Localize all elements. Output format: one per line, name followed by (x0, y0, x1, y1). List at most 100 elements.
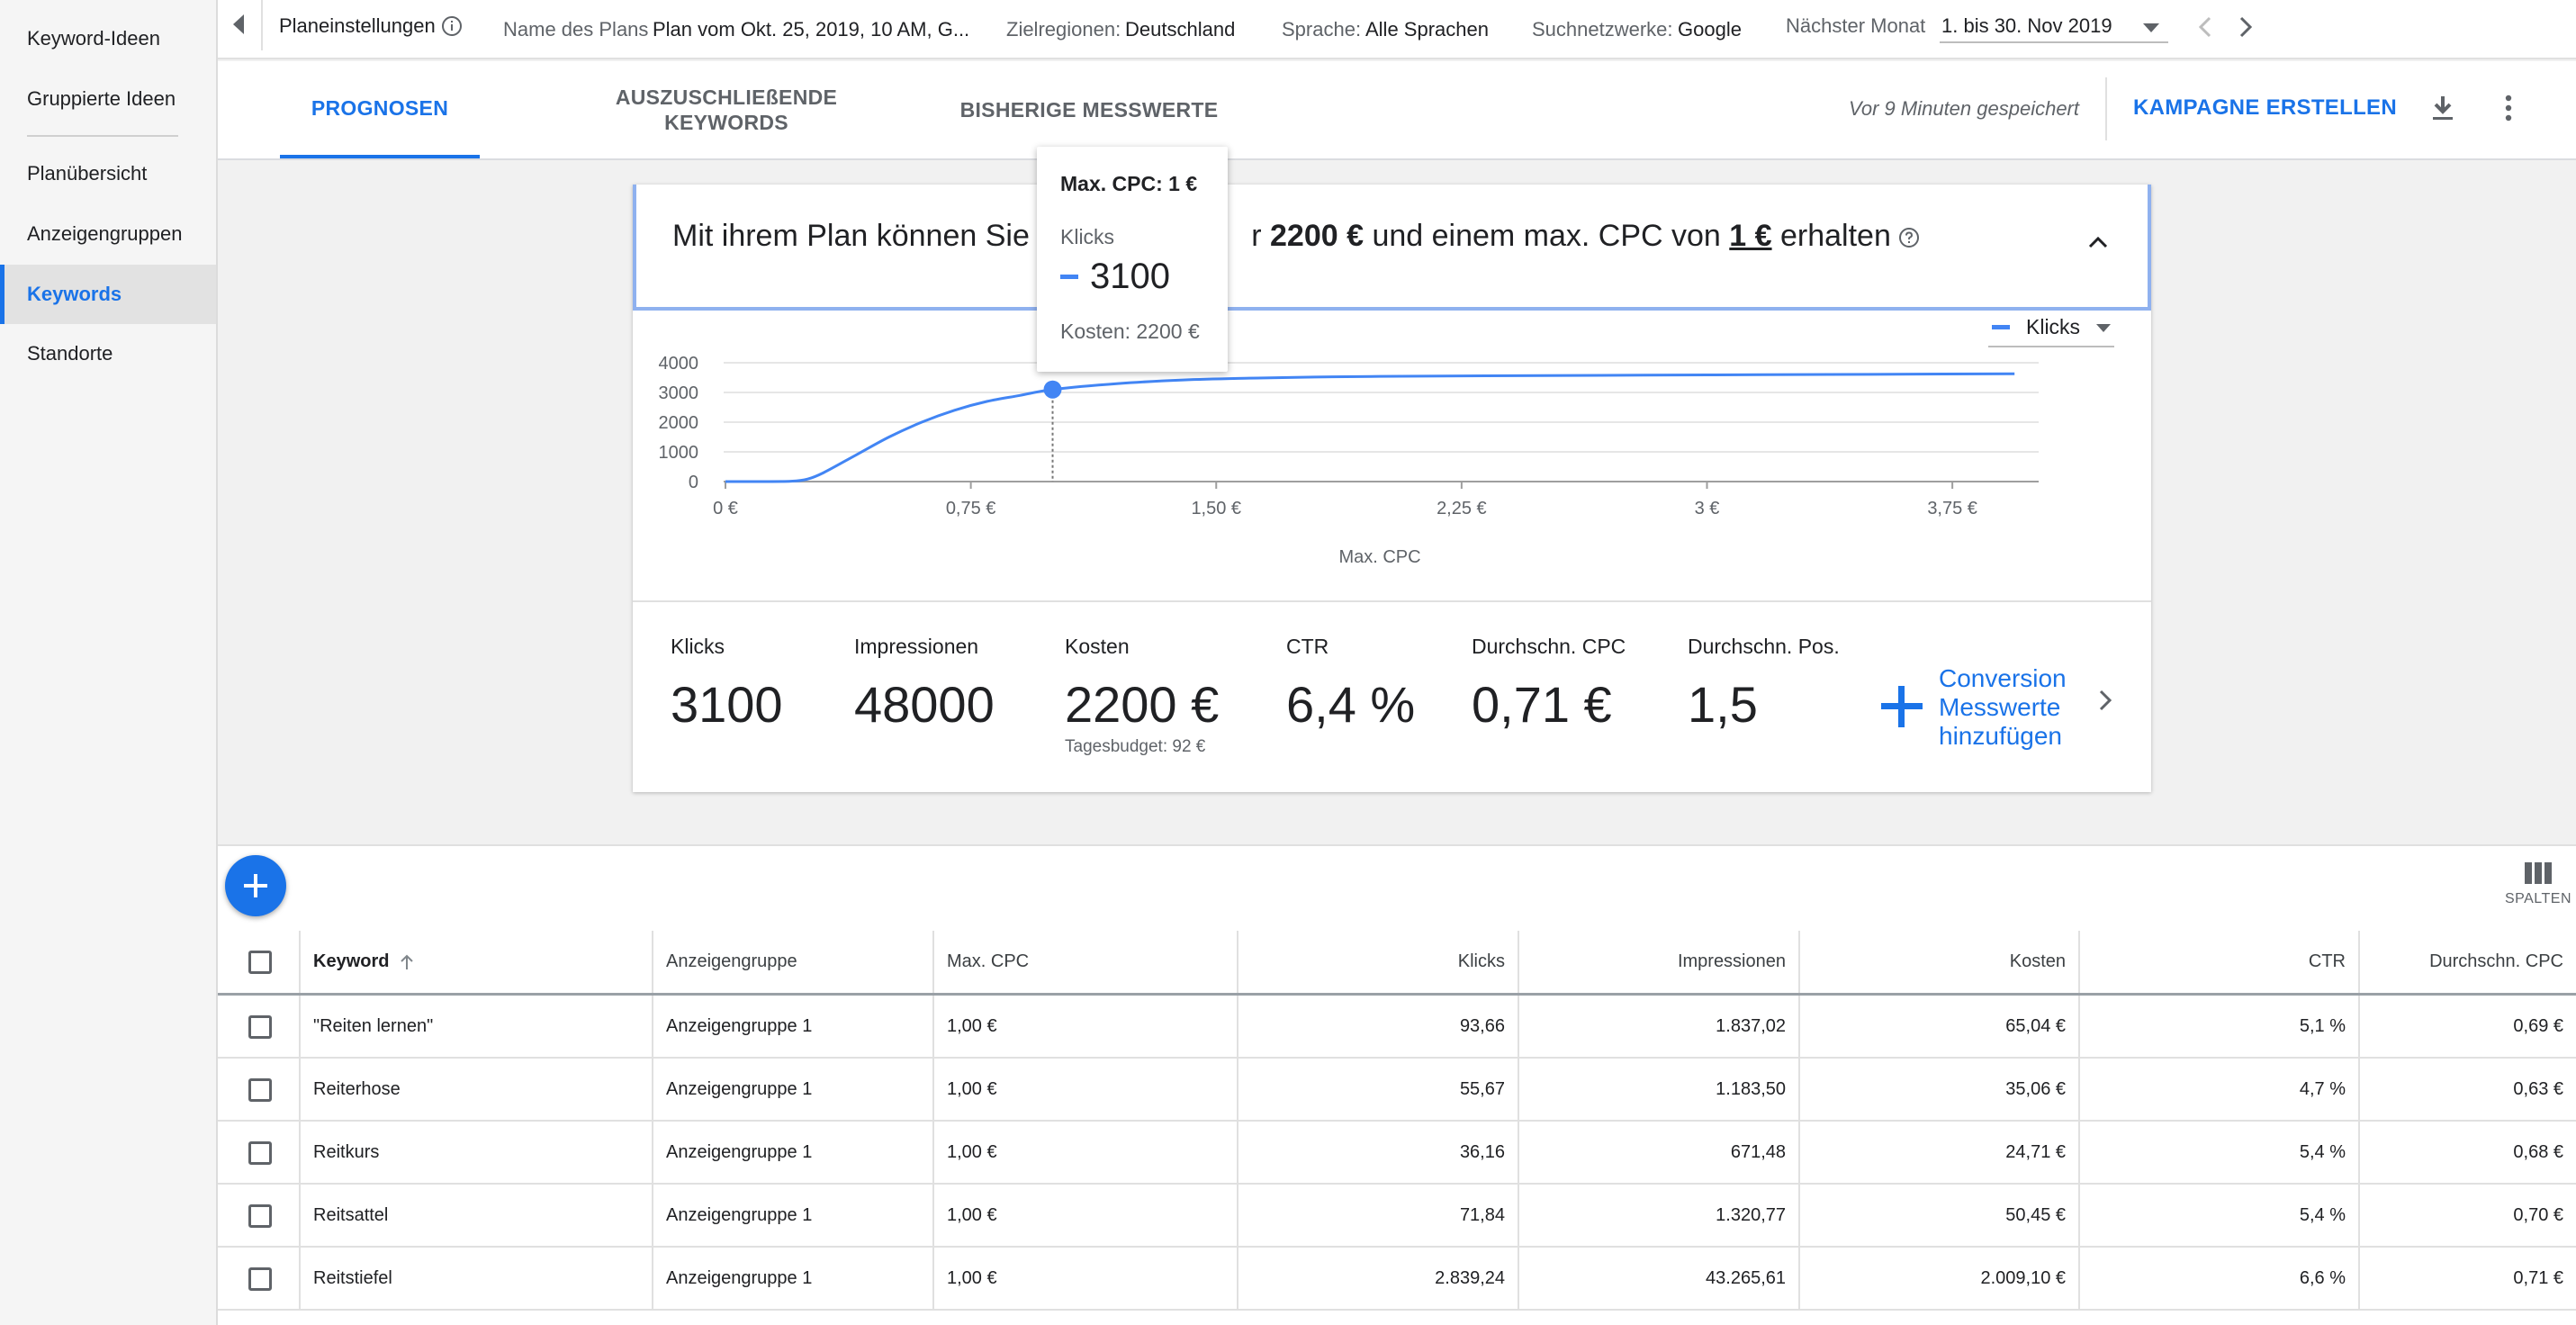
info-icon[interactable] (441, 15, 463, 37)
metric-avg-pos-value: 1,5 (1688, 676, 1758, 733)
cell-avg-cpc: 0,68 € (2513, 1141, 2563, 1162)
cell-clicks: 2.839,24 (1238, 1248, 1519, 1309)
cell-impressions: 1.320,77 (1519, 1185, 1800, 1246)
cell-max-cpc[interactable]: 1,00 € (934, 1248, 1238, 1309)
header-clicks-label: Klicks (1457, 951, 1505, 971)
row-checkbox[interactable] (248, 1015, 272, 1039)
forecast-headline: Mit ihrem Plan können Sie 3 r 2200 € und … (633, 185, 2151, 311)
header-ctr[interactable]: CTR (2080, 931, 2360, 993)
chevron-left-icon[interactable] (2198, 16, 2212, 38)
more-vert-icon[interactable] (2504, 95, 2513, 122)
metric-cost: Kosten 2200 € Tagesbudget: 92 € (1065, 635, 1219, 757)
cell-keyword[interactable]: "Reiten lernen" (301, 996, 653, 1057)
language-value[interactable]: Alle Sprachen (1365, 0, 1489, 59)
row-checkbox[interactable] (248, 1204, 272, 1228)
tab-historical-metrics[interactable]: BISHERIGE MESSWERTE (954, 61, 1224, 158)
metrics-divider (633, 600, 2151, 602)
row-checkbox[interactable] (248, 1267, 272, 1291)
sidebar-item-locations[interactable]: Standorte (0, 324, 216, 383)
plus-icon (244, 874, 267, 897)
sidebar-item-keyword-ideas[interactable]: Keyword-Ideen (0, 9, 216, 68)
header-avg-cpc[interactable]: Durchschn. CPC (2360, 931, 2576, 993)
cell-clicks: 93,66 (1238, 996, 1519, 1057)
table-row[interactable]: Reitsattel Anzeigengruppe 1 1,00 €71,84 1.3… (218, 1185, 2576, 1248)
cell-ad-group[interactable]: Anzeigengruppe 1 (653, 1248, 934, 1309)
row-checkbox[interactable] (248, 1078, 272, 1102)
forecast-headline-text: Mit ihrem Plan können Sie 3 r 2200 € und … (672, 219, 1920, 254)
metric-daily-budget: Tagesbudget: 92 € (1065, 737, 1206, 756)
download-icon[interactable] (2430, 95, 2455, 122)
table-row[interactable]: Reitkurs Anzeigengruppe 1 1,00 €36,16 671,4… (218, 1122, 2576, 1185)
help-icon[interactable] (1898, 227, 1920, 248)
row-select-cell (218, 1248, 301, 1309)
tooltip-cost: Kosten: 2200 € (1060, 320, 1200, 343)
create-campaign-button[interactable]: KAMPAGNE ERSTELLEN (2133, 95, 2397, 121)
header-keyword[interactable]: Keyword (301, 931, 653, 993)
series-line-klicks (725, 372, 2015, 483)
regions-value[interactable]: Deutschland (1125, 0, 1235, 59)
chevron-up-icon[interactable] (2087, 235, 2109, 249)
month-select-value: 1. bis 30. Nov 2019 (1941, 14, 2112, 37)
header-ad-group[interactable]: Anzeigengruppe (653, 931, 934, 993)
select-all-checkbox[interactable] (248, 951, 272, 974)
add-conversion-metrics-label: Conversion Messwerte hinzufügen (1939, 664, 2067, 751)
table-row[interactable]: Reiterhose Anzeigengruppe 1 1,00 €55,67 1.1… (218, 1059, 2576, 1122)
cell-ctr: 6,6 % (2080, 1248, 2360, 1309)
conversion-line-2: Messwerte (1939, 693, 2061, 721)
row-checkbox[interactable] (248, 1141, 272, 1165)
headline-max-cpc[interactable]: 1 € (1729, 219, 1771, 253)
metric-cost-label: Kosten (1065, 635, 1130, 658)
cell-max-cpc[interactable]: 1,00 € (934, 1059, 1238, 1120)
cell-ctr: 5,1 % (2080, 996, 2360, 1057)
header-impressions[interactable]: Impressionen (1519, 931, 1800, 993)
sidebar-item-ad-groups[interactable]: Anzeigengruppen (0, 204, 216, 264)
sidebar-item-plan-overview[interactable]: Planübersicht (0, 144, 216, 203)
headline-part-3: und einem max. CPC von (1364, 219, 1730, 253)
cell-max-cpc[interactable]: 1,00 € (934, 1185, 1238, 1246)
table-row[interactable]: Reitstiefel Anzeigengruppe 1 1,00 €2.839,2… (218, 1248, 2576, 1311)
sidebar-item-grouped-ideas[interactable]: Gruppierte Ideen (0, 69, 216, 129)
tab-forecasts[interactable]: PROGNOSEN (280, 61, 480, 158)
sidebar: Keyword-Ideen Gruppierte Ideen Planübers… (0, 0, 218, 1325)
cell-ad-group[interactable]: Anzeigengruppe 1 (653, 1059, 934, 1120)
cell-ctr: 5,4 % (2080, 1185, 2360, 1246)
cell-max-cpc[interactable]: 1,00 € (934, 996, 1238, 1057)
x-tick-label: 0,75 € (946, 499, 996, 518)
cell-keyword[interactable]: Reitkurs (301, 1122, 653, 1183)
metric-impressions-label: Impressionen (854, 635, 979, 658)
metric-avg-pos-label: Durchschn. Pos. (1688, 635, 1840, 658)
cell-keyword[interactable]: Reitstiefel (301, 1248, 653, 1309)
cell-ad-group[interactable]: Anzeigengruppe 1 (653, 996, 934, 1057)
header-cost[interactable]: Kosten (1800, 931, 2080, 993)
sidebar-item-keywords[interactable]: Keywords (0, 265, 216, 324)
legend-swatch (1992, 325, 2010, 329)
table-row[interactable]: "Reiten lernen" Anzeigengruppe 1 1,00 €93,… (218, 996, 2576, 1059)
columns-button[interactable]: SPALTEN (2502, 862, 2574, 907)
networks-value[interactable]: Google (1678, 0, 1742, 59)
table-toolbar (218, 844, 2576, 931)
columns-label: SPALTEN (2504, 891, 2572, 906)
header-clicks[interactable]: Klicks (1238, 931, 1519, 993)
plan-name-value[interactable]: Plan vom Okt. 25, 2019, 10 AM, G... (653, 0, 969, 59)
add-keyword-button[interactable] (225, 855, 286, 916)
collapse-button[interactable] (218, 0, 263, 50)
chevron-right-icon[interactable] (2098, 689, 2112, 712)
month-label: Nächster Monat (1786, 14, 1926, 37)
cell-keyword[interactable]: Reitsattel (301, 1185, 653, 1246)
cell-keyword[interactable]: Reiterhose (301, 1059, 653, 1120)
cell-ad-group[interactable]: Anzeigengruppe 1 (653, 1122, 934, 1183)
month-select[interactable]: 1. bis 30. Nov 2019 (1940, 13, 2168, 43)
header-max-cpc[interactable]: Max. CPC (934, 931, 1238, 993)
saved-status: Vor 9 Minuten gespeichert (1849, 97, 2079, 120)
cell-cost: 24,71 € (1800, 1122, 2080, 1183)
x-tick-label: 3 € (1695, 499, 1720, 518)
tab-negative-keywords[interactable]: AUSZUSCHLIEßENDE KEYWORDS (578, 61, 875, 158)
y-tick-label: 2000 (659, 413, 699, 433)
cell-max-cpc[interactable]: 1,00 € (934, 1122, 1238, 1183)
plan-settings-title: Planeinstellungen (279, 14, 436, 37)
cell-ad-group[interactable]: Anzeigengruppe 1 (653, 1185, 934, 1246)
chevron-right-icon[interactable] (2238, 16, 2253, 38)
cell-impressions: 671,48 (1519, 1122, 1800, 1183)
cell-avg-cpc: 0,63 € (2513, 1078, 2563, 1099)
metric-cost-value: 2200 € (1065, 676, 1220, 733)
